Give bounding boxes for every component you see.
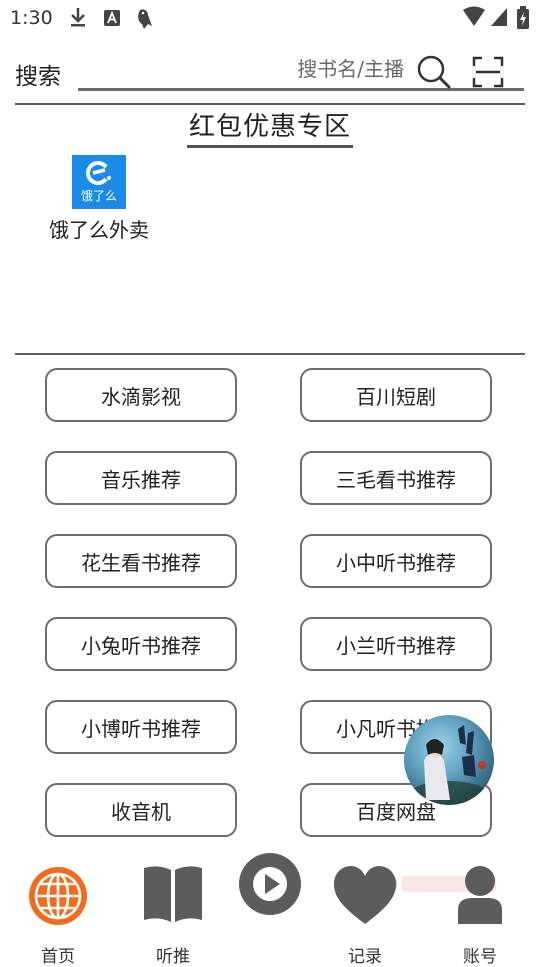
eleme-e-icon xyxy=(86,161,111,185)
heart-icon xyxy=(334,866,396,924)
middle-divider xyxy=(15,353,525,355)
globe-icon xyxy=(29,867,87,925)
app-notification-icon xyxy=(104,10,120,26)
search-input[interactable] xyxy=(154,54,404,84)
status-time: 1:30 xyxy=(10,7,53,29)
button-baichuan-drama[interactable]: 百川短剧 xyxy=(300,368,492,422)
tab-home-label: 首页 xyxy=(41,947,75,967)
scan-icon[interactable] xyxy=(470,54,506,90)
promo-item-eleme[interactable]: 饿了么 饿了么外卖 xyxy=(40,155,158,243)
button-xiaozhong-audiobooks[interactable]: 小中听书推荐 xyxy=(300,534,492,588)
tab-home[interactable]: 首页 xyxy=(26,864,90,967)
book-icon xyxy=(144,866,202,922)
tab-account-label: 账号 xyxy=(463,947,497,967)
wifi-icon xyxy=(463,6,485,26)
eleme-logo-icon: 饿了么 xyxy=(72,155,126,209)
button-sanmao-books[interactable]: 三毛看书推荐 xyxy=(300,451,492,505)
search-field xyxy=(78,48,524,91)
button-xiaolan-audiobooks[interactable]: 小兰听书推荐 xyxy=(300,617,492,671)
section-header: 红包优惠专区 xyxy=(0,106,540,148)
section-title: 红包优惠专区 xyxy=(186,106,353,148)
signal-icon xyxy=(491,8,507,26)
promo-name: 饿了么外卖 xyxy=(49,218,149,242)
battery-icon xyxy=(517,6,529,29)
bottom-tab-bar: 首页 听推 记录 账号 xyxy=(0,852,540,967)
person-icon xyxy=(458,866,502,924)
tab-listen-recommend[interactable]: 听推 xyxy=(142,864,204,967)
button-music-recommend[interactable]: 音乐推荐 xyxy=(45,451,237,505)
button-shuidi-video[interactable]: 水滴影视 xyxy=(45,368,237,422)
button-radio[interactable]: 收音机 xyxy=(45,783,237,837)
book-cover-art xyxy=(409,725,489,805)
download-icon xyxy=(71,8,85,27)
play-icon xyxy=(239,853,301,915)
button-xiaotu-audiobooks[interactable]: 小兔听书推荐 xyxy=(45,617,237,671)
search-label: 搜索 xyxy=(15,64,61,90)
status-bar: 1:30 xyxy=(0,0,540,36)
button-huasheng-books[interactable]: 花生看书推荐 xyxy=(45,534,237,588)
floating-now-playing-cover[interactable] xyxy=(404,715,494,805)
tab-listen-label: 听推 xyxy=(156,947,190,967)
bird-icon xyxy=(138,9,152,30)
top-divider xyxy=(15,103,525,105)
tab-account[interactable]: 账号 xyxy=(452,864,508,967)
tab-history[interactable]: 记录 xyxy=(332,864,398,967)
tab-history-label: 记录 xyxy=(348,947,382,967)
button-xiaobo-audiobooks[interactable]: 小博听书推荐 xyxy=(45,700,237,754)
eleme-logo-text: 饿了么 xyxy=(80,189,117,203)
tab-play[interactable] xyxy=(238,852,302,952)
search-bar: 搜索 xyxy=(0,48,540,98)
search-icon[interactable] xyxy=(416,54,452,90)
